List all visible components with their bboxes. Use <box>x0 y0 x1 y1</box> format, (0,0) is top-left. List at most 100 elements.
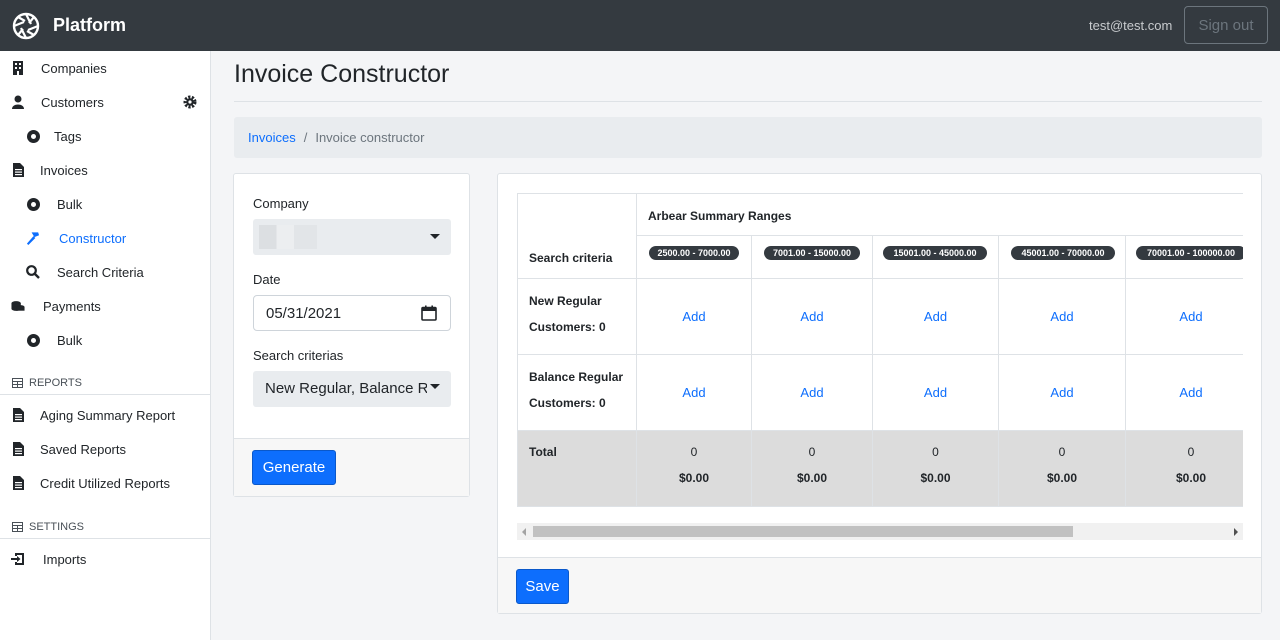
breadcrumb-link-invoices[interactable]: Invoices <box>248 130 296 145</box>
brand[interactable]: Platform <box>12 12 126 40</box>
range-badge: 70001.00 - 100000.00 <box>1136 246 1243 260</box>
criteria-header-cell: Search criteria <box>517 193 637 279</box>
add-link[interactable]: Add <box>752 279 872 354</box>
table-icon <box>12 521 23 532</box>
sidebar-item-label: Saved Reports <box>40 441 126 457</box>
table-cell: Add <box>752 355 873 431</box>
add-link[interactable]: Add <box>999 279 1125 354</box>
top-navbar: Platform test@test.com Sign out <box>0 0 1280 51</box>
range-header-cell: 2500.00 - 7000.00 <box>637 236 752 279</box>
add-link[interactable]: Add <box>752 355 872 430</box>
criteria-name: Balance Regular <box>529 370 624 384</box>
add-link[interactable]: Add <box>873 279 998 354</box>
criteria-header: Search criteria <box>529 251 613 265</box>
sidebar-item-tags[interactable]: Tags <box>0 119 210 153</box>
breadcrumb-separator: / <box>303 130 308 145</box>
breadcrumb-current: Invoice constructor <box>315 130 425 145</box>
company-value-redacted <box>259 225 317 249</box>
form-card-footer: Generate <box>234 438 469 496</box>
sidebar-item-credit-utilized-reports[interactable]: Credit Utilized Reports <box>0 466 210 500</box>
sidebar-item-bulk[interactable]: Bulk <box>0 187 210 221</box>
total-amount: $0.00 <box>920 471 951 485</box>
range-badge: 7001.00 - 15000.00 <box>764 246 860 260</box>
sidebar-item-label: Bulk <box>57 332 83 348</box>
sidebar-item-constructor[interactable]: Constructor <box>0 221 210 255</box>
circle-dot-icon <box>26 333 40 347</box>
company-select[interactable] <box>253 219 451 255</box>
sidebar-item-companies[interactable]: Companies <box>0 51 210 85</box>
calendar-icon[interactable] <box>421 305 437 321</box>
total-count: 0 <box>808 445 816 459</box>
building-icon <box>11 61 25 75</box>
add-link[interactable]: Add <box>999 355 1125 430</box>
range-badge: 2500.00 - 7000.00 <box>649 246 739 260</box>
file-icon <box>11 442 25 456</box>
total-count: 0 <box>1187 445 1195 459</box>
file-icon <box>11 163 25 177</box>
total-cell: 0 $0.00 <box>873 431 999 507</box>
total-count: 0 <box>1058 445 1066 459</box>
search-criterias-value: New Regular, Balance Regular <box>265 380 427 397</box>
reports-section-heading: REPORTS <box>0 371 210 395</box>
ranges-table-scroll-area[interactable]: Search criteria Arbear Summary Ranges 25… <box>517 193 1243 509</box>
search-icon <box>26 265 40 279</box>
total-amount: $0.00 <box>1175 471 1207 485</box>
settings-section-heading: SETTINGS <box>0 515 210 539</box>
breadcrumb: Invoices / Invoice constructor <box>234 117 1262 158</box>
sidebar-item-payments-bulk[interactable]: Bulk <box>0 323 210 357</box>
ranges-table-card: Search criteria Arbear Summary Ranges 25… <box>497 173 1262 614</box>
sidebar-item-search-criteria[interactable]: Search Criteria <box>0 255 210 289</box>
add-link[interactable]: Add <box>637 355 751 430</box>
range-badge: 45001.00 - 70000.00 <box>1011 246 1115 260</box>
table-cell: Add <box>1126 279 1243 355</box>
circle-dot-icon <box>26 129 40 143</box>
table-cell: Add <box>752 279 873 355</box>
total-cell: 0 $0.00 <box>637 431 752 507</box>
gear-icon[interactable] <box>183 95 197 109</box>
range-header-cell: 7001.00 - 15000.00 <box>752 236 873 279</box>
generate-button[interactable]: Generate <box>252 450 336 485</box>
sidebar-item-label: Bulk <box>57 196 83 212</box>
sidebar-item-imports[interactable]: Imports <box>0 542 210 576</box>
main-content: Invoice Constructor Invoices / Invoice c… <box>211 51 1280 640</box>
scrollbar-thumb[interactable] <box>533 526 1073 537</box>
table-card-footer: Save <box>498 557 1261 613</box>
total-amount: $0.00 <box>1046 471 1078 485</box>
sidebar-item-saved-reports[interactable]: Saved Reports <box>0 432 210 466</box>
scroll-right-arrow-icon[interactable] <box>1234 528 1238 536</box>
add-link[interactable]: Add <box>1126 355 1243 430</box>
ranges-header-cell: Arbear Summary Ranges <box>637 193 1243 236</box>
add-link[interactable]: Add <box>637 279 751 354</box>
sidebar-item-label: Companies <box>41 60 107 76</box>
scroll-left-arrow-icon[interactable] <box>522 528 526 536</box>
save-button[interactable]: Save <box>516 569 569 604</box>
settings-heading-label: SETTINGS <box>29 520 85 533</box>
range-header-cell: 45001.00 - 70000.00 <box>999 236 1126 279</box>
add-link[interactable]: Add <box>1126 279 1243 354</box>
chevron-down-icon <box>430 234 440 239</box>
sidebar-item-customers[interactable]: Customers <box>0 85 210 119</box>
invoice-form-card: Company Date 05/31/2021 Search criterias… <box>233 173 470 497</box>
date-field[interactable]: 05/31/2021 <box>253 295 451 331</box>
circle-dot-icon <box>26 197 40 211</box>
horizontal-scrollbar[interactable] <box>517 523 1243 540</box>
date-value: 05/31/2021 <box>266 304 342 322</box>
date-label: Date <box>253 272 281 287</box>
sidebar-item-label: Credit Utilized Reports <box>40 475 171 491</box>
total-amount: $0.00 <box>796 471 828 485</box>
sidebar-item-invoices[interactable]: Invoices <box>0 153 210 187</box>
search-criterias-select[interactable]: New Regular, Balance Regular <box>253 371 451 407</box>
import-icon <box>11 552 25 566</box>
sign-out-button[interactable]: Sign out <box>1184 6 1268 44</box>
sidebar-item-aging-summary-report[interactable]: Aging Summary Report <box>0 398 210 432</box>
add-link[interactable]: Add <box>873 355 998 430</box>
sidebar-item-label: Constructor <box>59 230 127 246</box>
sidebar-item-payments[interactable]: Payments <box>0 289 210 323</box>
criteria-customers-count: Customers: 0 <box>529 396 606 410</box>
range-badge: 15001.00 - 45000.00 <box>883 246 987 260</box>
sidebar: Companies Customers Tags Invoices Bulk C… <box>0 51 211 640</box>
total-count: 0 <box>932 445 939 459</box>
total-cell: 0 $0.00 <box>1126 431 1243 507</box>
company-label: Company <box>253 196 309 211</box>
table-icon <box>12 377 23 388</box>
